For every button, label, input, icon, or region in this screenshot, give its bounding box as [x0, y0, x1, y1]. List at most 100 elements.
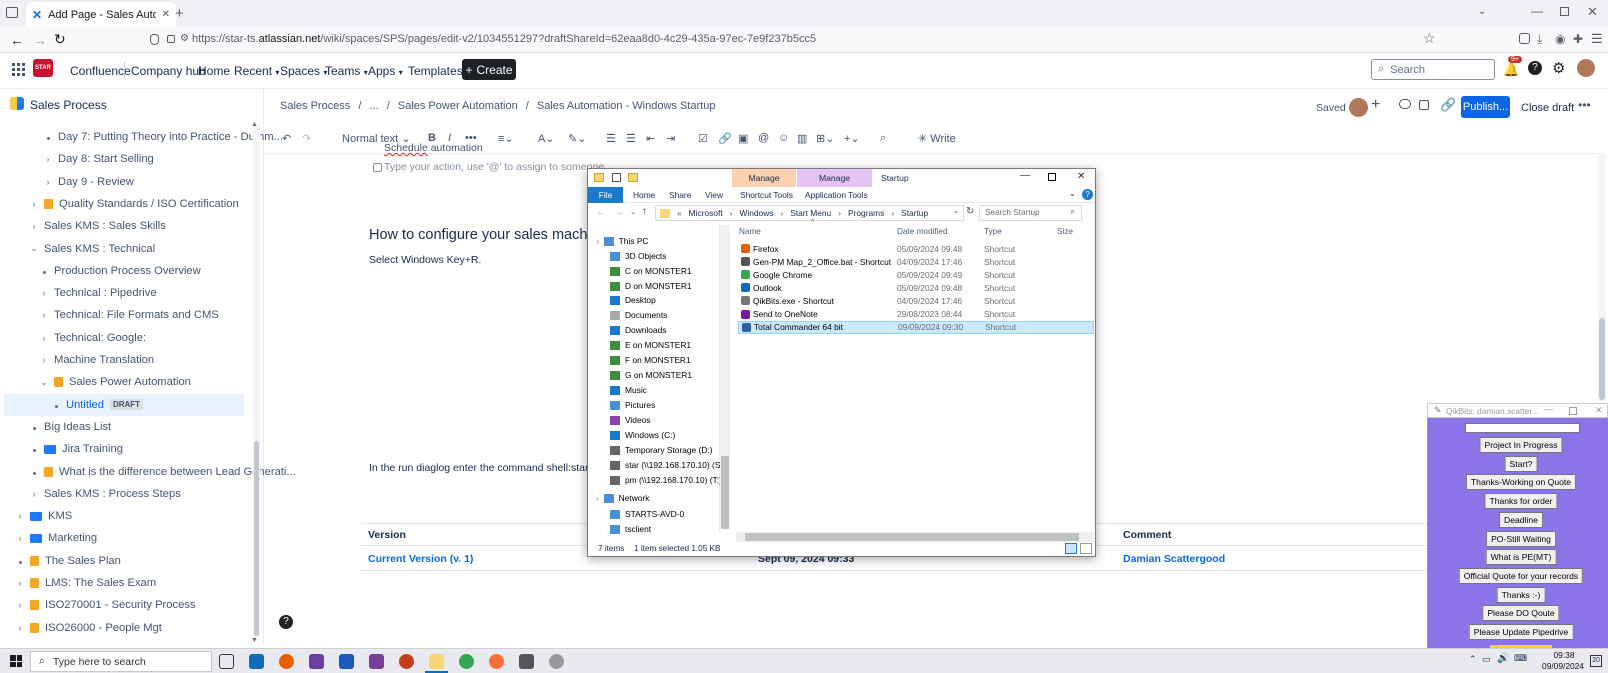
- browser-tab[interactable]: ✕ Add Page - Sales Automation - ✕: [26, 2, 176, 27]
- nav-pane-item[interactable]: pm (\\192.168.170.10) (T:): [610, 473, 722, 487]
- copy-link-icon[interactable]: 🔗: [1440, 97, 1456, 113]
- nav-apps[interactable]: Apps ▾: [368, 64, 403, 78]
- ribbon-home-tab[interactable]: Home: [633, 190, 655, 200]
- chevron-right-icon[interactable]: ›: [44, 154, 52, 164]
- shield-icon[interactable]: [150, 34, 159, 45]
- breadcrumb-item[interactable]: Sales Automation - Windows Startup: [537, 100, 716, 112]
- comment-icon[interactable]: [1399, 99, 1411, 109]
- settings-gear-icon[interactable]: ⚙: [1552, 59, 1565, 77]
- nav-pane-item[interactable]: Documents: [610, 308, 667, 322]
- qikbits-button[interactable]: Deadline: [1499, 511, 1543, 528]
- chevron-right-icon[interactable]: ›: [16, 623, 24, 633]
- numbered-list-icon[interactable]: ☰: [626, 132, 636, 145]
- nav-pane-item[interactable]: G on MONSTER1: [610, 368, 692, 382]
- invite-plus-icon[interactable]: +: [1371, 96, 1380, 114]
- breadcrumb-item[interactable]: Sales Process: [280, 100, 350, 112]
- chevron-right-icon[interactable]: ›: [40, 333, 48, 343]
- qikbits-button[interactable]: Project In Progress: [1479, 437, 1563, 453]
- explorer-close-icon[interactable]: ✕: [1077, 171, 1085, 182]
- help-bubble-icon[interactable]: ?: [279, 615, 293, 629]
- sidebar-item[interactable]: Big Ideas List: [30, 416, 111, 438]
- list-all-tabs-icon[interactable]: ⌄: [1478, 6, 1486, 17]
- nav-home[interactable]: Home: [198, 64, 230, 78]
- bullet-list-icon[interactable]: ☰: [606, 132, 616, 145]
- nav-pane-item[interactable]: C on MONSTER1: [610, 264, 692, 278]
- chevron-down-icon[interactable]: ⌄: [40, 377, 48, 388]
- star-logo-icon[interactable]: STAR: [33, 59, 53, 77]
- expand-chevron-icon[interactable]: ›: [596, 494, 599, 503]
- sidebar-item[interactable]: › Technical: File Formats and CMS: [40, 304, 219, 326]
- notification-center-icon[interactable]: 20: [1590, 655, 1602, 667]
- nav-spaces[interactable]: Spaces ▾: [280, 64, 327, 78]
- sidebar-item[interactable]: › Technical: Google:: [40, 327, 147, 349]
- indent-icon[interactable]: ⇥: [666, 132, 675, 145]
- editor-scroll-thumb[interactable]: [1599, 318, 1605, 400]
- nav-pane-item[interactable]: › Network: [596, 491, 649, 505]
- details-view-icon[interactable]: [1065, 543, 1077, 554]
- file-list-hscroll-thumb[interactable]: [745, 533, 1079, 541]
- qikbits-maximize-icon[interactable]: [1569, 407, 1577, 415]
- tray-overflow-icon[interactable]: ⌃: [1469, 654, 1477, 665]
- nav-pane-item[interactable]: STARTS-AVD-0: [610, 507, 684, 521]
- explorer-path-bar[interactable]: « Microsoft › Windows › Start Menu › Progra…: [655, 205, 964, 221]
- nav-templates[interactable]: Templates: [408, 64, 463, 78]
- explorer-minimize-icon[interactable]: —: [1020, 170, 1030, 181]
- sidebar-item[interactable]: › Day 8: Start Selling: [44, 148, 154, 170]
- sidebar-item[interactable]: Day 7: Putting Theory into Practice - Du…: [44, 126, 283, 148]
- app4-taskbar-icon[interactable]: [519, 654, 534, 669]
- task-view-icon[interactable]: [219, 654, 234, 669]
- nav-recent[interactable]: Recent ▾: [234, 64, 279, 78]
- sidebar-item[interactable]: › Day 9 - Review: [44, 171, 134, 193]
- new-folder-icon[interactable]: [628, 173, 638, 182]
- scroll-up-icon[interactable]: ▲: [251, 121, 258, 128]
- back-icon[interactable]: ←: [10, 32, 24, 48]
- explorer-forward-icon[interactable]: →: [614, 207, 624, 218]
- network-icon[interactable]: ▭: [1482, 654, 1491, 665]
- permissions-icon[interactable]: ⚙: [180, 33, 189, 44]
- link-icon[interactable]: 🔗: [718, 132, 732, 145]
- column-type[interactable]: Type: [984, 227, 1002, 236]
- app-taskbar-icon[interactable]: [309, 654, 324, 669]
- paragraph-select-key[interactable]: Select Windows Key+R.: [369, 254, 481, 266]
- qikbits-button[interactable]: PO-Still Waiting: [1486, 530, 1556, 547]
- sidebar-item[interactable]: › KMS: [16, 505, 73, 527]
- text-color-icon[interactable]: A⌄: [538, 132, 555, 145]
- close-window-icon[interactable]: ✕: [1587, 4, 1598, 20]
- firefox-taskbar-icon[interactable]: [279, 654, 294, 669]
- restore-window-icon[interactable]: [1560, 7, 1569, 16]
- explorer-maximize-icon[interactable]: [1048, 173, 1056, 181]
- nav-pane-item[interactable]: E on MONSTER1: [610, 338, 691, 352]
- sidebar-item[interactable]: › LMS: The Sales Exam: [16, 572, 157, 594]
- qikbits-button[interactable]: Thanks :-): [1496, 586, 1546, 603]
- find-icon[interactable]: ⌕: [880, 132, 886, 145]
- sidebar-item[interactable]: › Marketing: [16, 527, 98, 549]
- sidebar-item[interactable]: Jira Training: [30, 438, 123, 460]
- path-segment[interactable]: Microsoft: [689, 208, 723, 218]
- user-avatar[interactable]: [1577, 59, 1595, 77]
- qikbits-input[interactable]: [1465, 423, 1580, 433]
- chevron-right-icon[interactable]: ›: [16, 578, 24, 588]
- up-folder-icon[interactable]: ↑: [642, 206, 647, 217]
- write-ai-button[interactable]: ✳ Write: [918, 132, 956, 145]
- create-button[interactable]: + Create: [462, 59, 516, 80]
- file-explorer-taskbar-icon[interactable]: [429, 654, 444, 669]
- windows-start-icon[interactable]: [10, 655, 22, 667]
- expand-chevron-icon[interactable]: ›: [596, 237, 599, 246]
- chevron-right-icon[interactable]: ›: [30, 221, 38, 231]
- sidebar-item[interactable]: ⌄ Sales KMS : Technical: [30, 238, 155, 260]
- column-name[interactable]: Name: [739, 227, 761, 236]
- sidebar-item[interactable]: › Technical : Pipedrive: [40, 282, 157, 304]
- sidebar-item[interactable]: › Machine Translation: [40, 349, 155, 371]
- file-row[interactable]: Send to OneNote 29/08/2023 08:44 Shortcut: [738, 308, 1094, 321]
- chevron-right-icon[interactable]: ›: [30, 489, 38, 499]
- lock-icon[interactable]: [167, 35, 175, 43]
- nav-company-hub[interactable]: Company hub: [131, 64, 206, 78]
- taskbar-search-input[interactable]: ⌕ Type here to search: [30, 651, 212, 672]
- sidebar-item[interactable]: › Quality Standards / ISO Certification: [30, 193, 239, 215]
- qikbits-button[interactable]: Official Quote for your records: [1458, 567, 1584, 584]
- word-taskbar-icon[interactable]: [339, 654, 354, 669]
- insert-plus-icon[interactable]: +⌄: [844, 132, 860, 145]
- sidebar-item[interactable]: › ISO270001 - Security Process: [16, 594, 196, 616]
- redo-icon[interactable]: ↷: [302, 132, 311, 145]
- tab-list-icon[interactable]: [6, 7, 18, 18]
